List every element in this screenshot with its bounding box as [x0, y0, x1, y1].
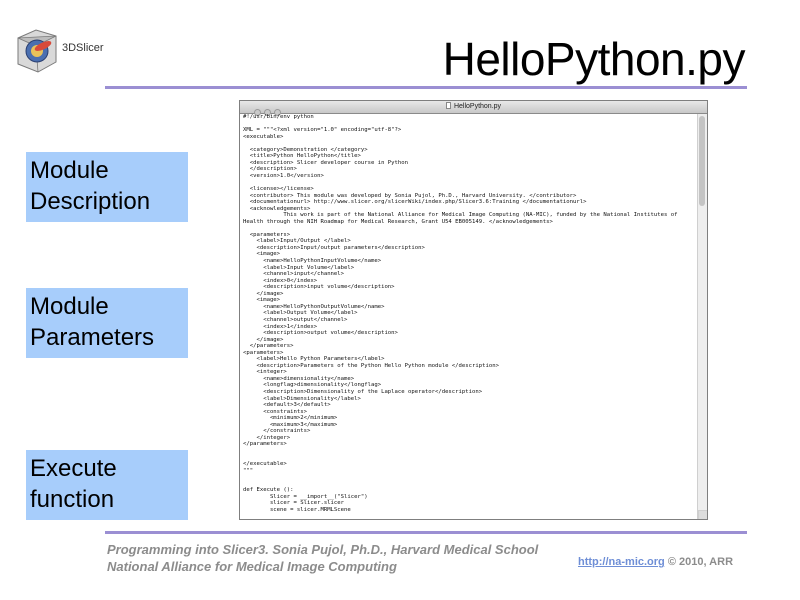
vertical-scrollbar[interactable] — [697, 114, 707, 519]
top-divider — [105, 86, 747, 89]
window-titlebar[interactable]: HelloPython.py — [240, 101, 707, 116]
footer-line-1: Programming into Slicer3. Sonia Pujol, P… — [107, 542, 539, 557]
bottom-divider — [105, 531, 747, 534]
code-editor[interactable]: #!/usr/bin/env python XML = """<?xml vers… — [240, 114, 697, 519]
footer-line-2: National Alliance for Medical Image Comp… — [107, 559, 397, 574]
label-line: function — [30, 486, 115, 513]
label-line: Parameters — [30, 324, 155, 351]
copyright-text: © 2010, ARR — [667, 556, 734, 568]
footer: Programming into Slicer3. Sonia Pujol, P… — [107, 541, 538, 575]
label-line: Description — [30, 188, 151, 215]
logo-text: 3DSlicer — [62, 42, 104, 54]
editor-window[interactable]: HelloPython.py #!/usr/bin/env python XML … — [239, 100, 708, 520]
window-title: HelloPython.py — [240, 101, 707, 113]
label-module-parameters: Module Parameters — [26, 288, 188, 358]
window-title-text: HelloPython.py — [453, 103, 502, 110]
footer-right: http://na-mic.org © 2010, ARR — [578, 556, 733, 568]
label-module-description: Module Description — [26, 152, 188, 222]
label-line: Module — [30, 293, 109, 320]
label-execute-function: Execute function — [26, 450, 188, 520]
scrollbar-thumb[interactable] — [699, 116, 705, 206]
code-line: This work is part of the National Allian… — [243, 212, 678, 219]
page-title: HelloPython.py — [442, 33, 746, 85]
document-icon — [445, 102, 451, 109]
label-line: Module — [30, 157, 109, 184]
resize-handle[interactable] — [698, 510, 707, 519]
label-line: Execute — [30, 455, 117, 482]
na-mic-link[interactable]: http://na-mic.org — [578, 556, 665, 568]
